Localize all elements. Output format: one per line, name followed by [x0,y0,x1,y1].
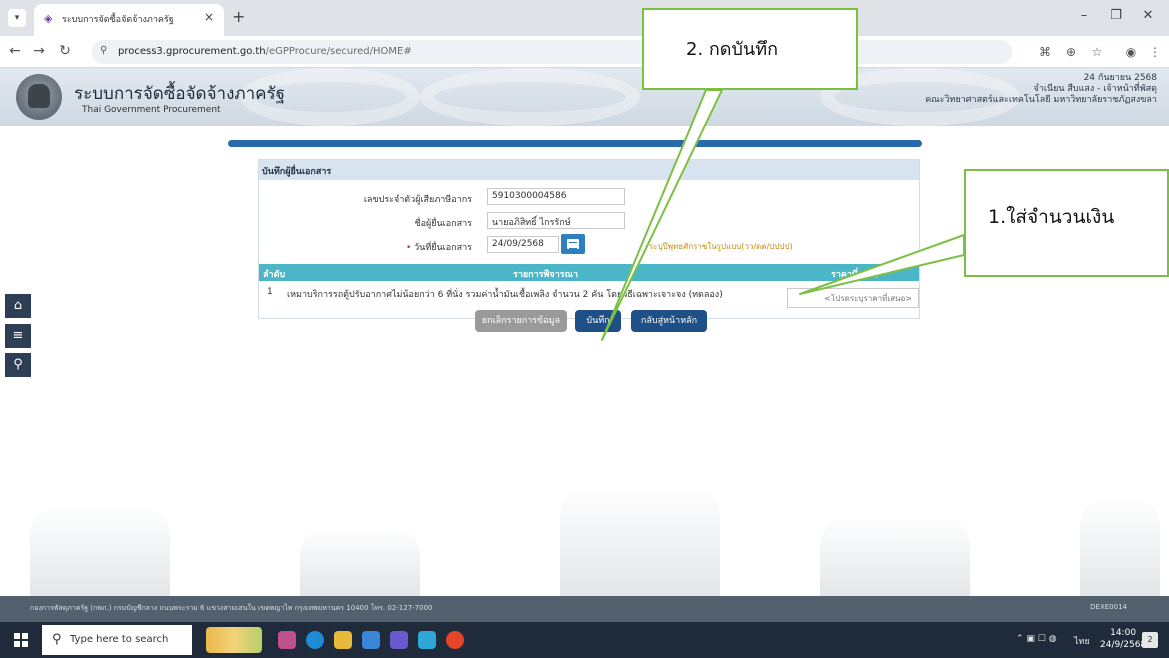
browser-tab[interactable]: ◈ ระบบการจัดซื้อจัดจ้างภาครัฐ × [34,4,224,36]
site-info-icon[interactable]: ⚲ [100,45,107,56]
site-footer: กองการพัสดุภาครัฐ (กพภ.) กรมบัญชีกลาง ถน… [0,596,1169,622]
col-no-header: ลำดับ [263,270,286,280]
offer-price-input[interactable] [787,288,919,308]
panel-header: บันทึกผู้ยื่นเอกสาร [259,160,919,180]
home-icon[interactable]: ⌂ [5,294,31,318]
search-icon: ⚲ [52,632,62,647]
panel-title: บันทึกผู้ยื่นเอกสาร [262,167,332,177]
site-favicon-icon: ◈ [44,12,53,25]
row-number: 1 [267,287,273,297]
file-explorer-icon[interactable] [334,631,352,649]
tax-id-row: เลขประจำตัวผู้เสียภาษีอากร 5910300004586 [259,186,919,208]
browser-toolbar: ← → ↻ ⚲ process3.gprocurement.go.th/eGPP… [0,36,1169,68]
skyline-decoration [1080,496,1160,596]
step2-callout: 2. กดบันทึก [642,8,858,90]
government-logo [16,74,62,120]
minimize-icon[interactable]: – [1074,8,1094,23]
skyline-decoration [560,486,720,596]
save-button[interactable]: บันทึก [575,310,621,332]
app-icon[interactable] [278,631,296,649]
search-icon[interactable]: ⚲ [5,353,31,377]
app-icon[interactable] [418,631,436,649]
back-icon[interactable]: ← [6,43,24,59]
url-text: process3.gprocurement.go.th/eGPProcure/s… [118,46,412,57]
browser-tab-strip: ▾ ◈ ระบบการจัดซื้อจัดจ้างภาครัฐ × + – ❐ … [0,0,1169,36]
page-code: DEXE0014 [1090,603,1127,611]
clock-time: 14:00 [1110,628,1137,638]
tab-title: ระบบการจัดซื้อจัดจ้างภาครัฐ [62,15,174,25]
site-header: ระบบการจัดซื้อจัดจ้างภาครัฐ Thai Governm… [0,68,1169,126]
step1-text: 1.ใส่จำนวนเงิน [988,206,1115,228]
user-organization: คณะวิทยาศาสตร์และเทคโนโลยี มหาวิทยาลัยรา… [925,95,1157,105]
skyline-decoration [300,526,420,596]
date-label: • วันที่ยื่นเอกสาร [405,243,472,253]
user-info: 24 กันยายน 2568 จำเนียน สืบแสง - เจ้าหน้… [925,73,1157,106]
header-decoration [420,68,640,126]
table-row: 1 เหมาบริการรถตู้ปรับอากาศไม่น้อยกว่า 6 … [259,282,919,310]
close-tab-icon[interactable]: × [204,10,214,24]
footer-address: กองการพัสดุภาครัฐ (กพภ.) กรมบัญชีกลาง ถน… [30,604,433,612]
name-field: นายอภิสิทธิ์ ไกรรักษ์ [487,212,625,229]
chrome-icon[interactable] [446,631,464,649]
required-marker: • [405,243,415,253]
step1-callout: 1.ใส่จำนวนเงิน [964,169,1169,277]
site-title: ระบบการจัดซื้อจัดจ้างภาครัฐ [74,84,286,104]
tab-search-button[interactable]: ▾ [8,9,26,27]
address-bar[interactable]: ⚲ process3.gprocurement.go.th/eGPProcure… [92,40,1012,64]
system-tray-icons[interactable]: ⌃ ▣ ☐ ◍ [1016,634,1057,644]
date-field[interactable]: 24/09/2568 [487,236,559,253]
widgets-icon[interactable] [206,627,262,653]
taskbar-clock[interactable]: 14:00 24/9/2568 [1100,627,1146,651]
new-tab-icon[interactable]: + [232,7,245,26]
notification-icon[interactable]: 2 [1142,632,1158,648]
menu-icon[interactable]: ≡ [5,324,31,348]
calendar-icon[interactable] [561,234,585,254]
submitter-panel: บันทึกผู้ยื่นเอกสาร เลขประจำตัวผู้เสียภา… [258,159,920,319]
bookmark-star-icon[interactable]: ☆ [1088,45,1106,59]
tax-id-field: 5910300004586 [487,188,625,205]
site-subtitle: Thai Government Procurement [82,105,221,115]
translate-icon[interactable]: ⌘ [1036,45,1054,59]
profile-icon[interactable]: ◉ [1122,45,1140,59]
windows-start-icon[interactable] [14,633,28,647]
menu-dots-icon[interactable]: ⋮ [1146,45,1164,59]
close-window-icon[interactable]: ✕ [1138,8,1158,23]
col-item-header: รายการพิจารณา [513,270,578,280]
name-row: ชื่อผู้ยื่นเอกสาร นายอภิสิทธิ์ ไกรรักษ์ [259,210,919,232]
step2-text: 2. กดบันทึก [686,39,778,60]
current-date: 24 กันยายน 2568 [1083,73,1157,83]
skyline-decoration [820,516,970,596]
skyline-decoration [30,506,170,596]
progress-bar [228,140,922,147]
date-hint: ระบุปีพุทธศักราชในรูปแบบ(วว/ดด/ปปปป) [649,242,793,251]
back-home-button[interactable]: กลับสู่หน้าหลัก [631,310,707,332]
edge-icon[interactable] [306,631,324,649]
teams-icon[interactable] [390,631,408,649]
clock-date: 24/9/2568 [1100,640,1147,650]
cancel-record-button[interactable]: ยกเลิกรายการข้อมูล [475,310,567,332]
col-price-header: ราคาที่เสนอ [831,270,879,280]
zoom-icon[interactable]: ⊕ [1062,45,1080,59]
tax-id-label: เลขประจำตัวผู้เสียภาษีอากร [363,195,472,205]
forward-icon[interactable]: → [30,43,48,59]
name-label: ชื่อผู้ยื่นเอกสาร [414,219,472,229]
language-indicator[interactable]: ไทย [1074,634,1090,648]
maximize-icon[interactable]: ❐ [1106,8,1126,23]
reload-icon[interactable]: ↻ [56,43,74,59]
table-header: ลำดับ รายการพิจารณา ราคาที่เสนอ [259,264,919,281]
windows-taskbar: ⚲ Type here to search ⌃ ▣ ☐ ◍ ไทย 14:00 … [0,622,1169,658]
user-name: จำเนียน สืบแสง - เจ้าหน้าที่พัสดุ [1033,84,1157,94]
date-row: • วันที่ยื่นเอกสาร 24/09/2568 ระบุปีพุทธ… [259,234,919,256]
row-item: เหมาบริการรถตู้ปรับอากาศไม่น้อยกว่า 6 ที… [287,290,723,300]
taskbar-search-placeholder: Type here to search [70,634,169,645]
store-icon[interactable] [362,631,380,649]
taskbar-search[interactable]: ⚲ Type here to search [42,625,192,655]
